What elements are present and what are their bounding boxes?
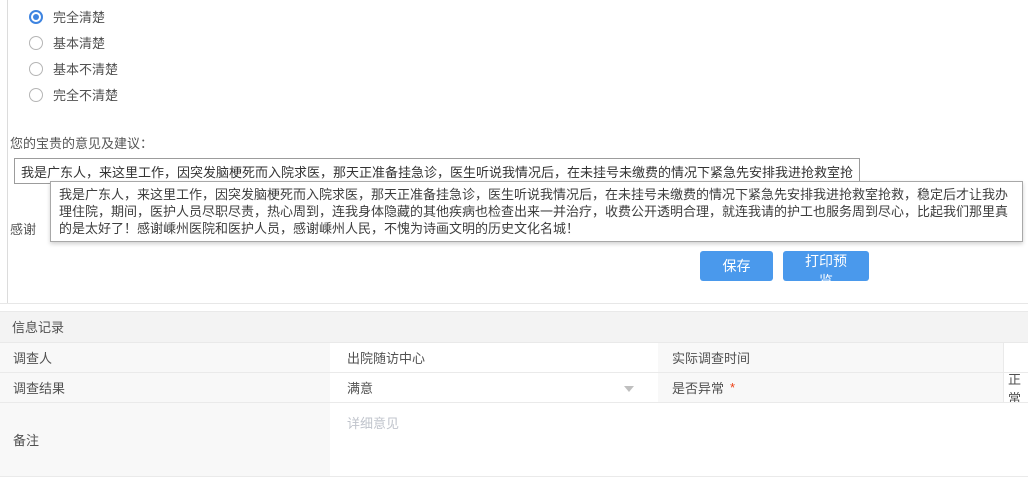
radio-icon[interactable] bbox=[29, 10, 43, 24]
chevron-down-icon[interactable] bbox=[624, 386, 634, 392]
survey-result-select[interactable]: 满意 bbox=[330, 373, 658, 403]
is-abnormal-label-text: 是否异常 bbox=[672, 378, 724, 397]
survey-page: 完全清楚 基本清楚 基本不清楚 完全不清楚 您的宝贵的意见及建议： 感谢 我是广… bbox=[0, 0, 1028, 488]
required-asterisk: * bbox=[730, 380, 735, 395]
is-abnormal-value[interactable]: 正常 bbox=[1003, 373, 1028, 403]
radio-option-label: 基本清楚 bbox=[53, 33, 105, 52]
suggestion-tooltip: 我是广东人，来这里工作，因突发脑梗死而入院求医，那天正准备挂急诊，医生听说我情况… bbox=[50, 181, 1023, 242]
is-abnormal-label: 是否异常 * bbox=[658, 373, 1003, 403]
radio-option-label: 完全清楚 bbox=[53, 7, 105, 26]
radio-icon[interactable] bbox=[29, 62, 43, 76]
survey-result-selected-value: 满意 bbox=[347, 378, 373, 397]
radio-option-label: 完全不清楚 bbox=[53, 85, 118, 104]
radio-option-basically-clear[interactable]: 基本清楚 bbox=[29, 33, 105, 52]
panel-left-border bbox=[7, 0, 8, 303]
radio-option-label: 基本不清楚 bbox=[53, 59, 118, 78]
suggestion-field-label: 您的宝贵的意见及建议： bbox=[10, 133, 153, 152]
save-button[interactable]: 保存 bbox=[700, 251, 773, 281]
actual-survey-time-label: 实际调查时间 bbox=[658, 343, 1003, 373]
radio-option-basically-unclear[interactable]: 基本不清楚 bbox=[29, 59, 118, 78]
radio-icon[interactable] bbox=[29, 36, 43, 50]
remark-textarea[interactable]: 详细意见 bbox=[330, 403, 1028, 477]
radio-icon[interactable] bbox=[29, 88, 43, 102]
print-preview-button[interactable]: 打印预览 bbox=[783, 251, 869, 281]
section-divider bbox=[0, 303, 1028, 304]
remark-label: 备注 bbox=[0, 403, 330, 477]
surveyor-value: 出院随访中心 bbox=[330, 343, 658, 373]
remark-placeholder: 详细意见 bbox=[347, 413, 399, 432]
info-record-section-title: 信息记录 bbox=[0, 311, 1028, 343]
thanks-text-partial: 感谢 bbox=[10, 219, 36, 238]
survey-result-label: 调查结果 bbox=[0, 373, 330, 403]
surveyor-label: 调查人 bbox=[0, 343, 330, 373]
radio-option-completely-clear[interactable]: 完全清楚 bbox=[29, 7, 105, 26]
radio-option-completely-unclear[interactable]: 完全不清楚 bbox=[29, 85, 118, 104]
actual-survey-time-value[interactable] bbox=[1003, 343, 1028, 373]
